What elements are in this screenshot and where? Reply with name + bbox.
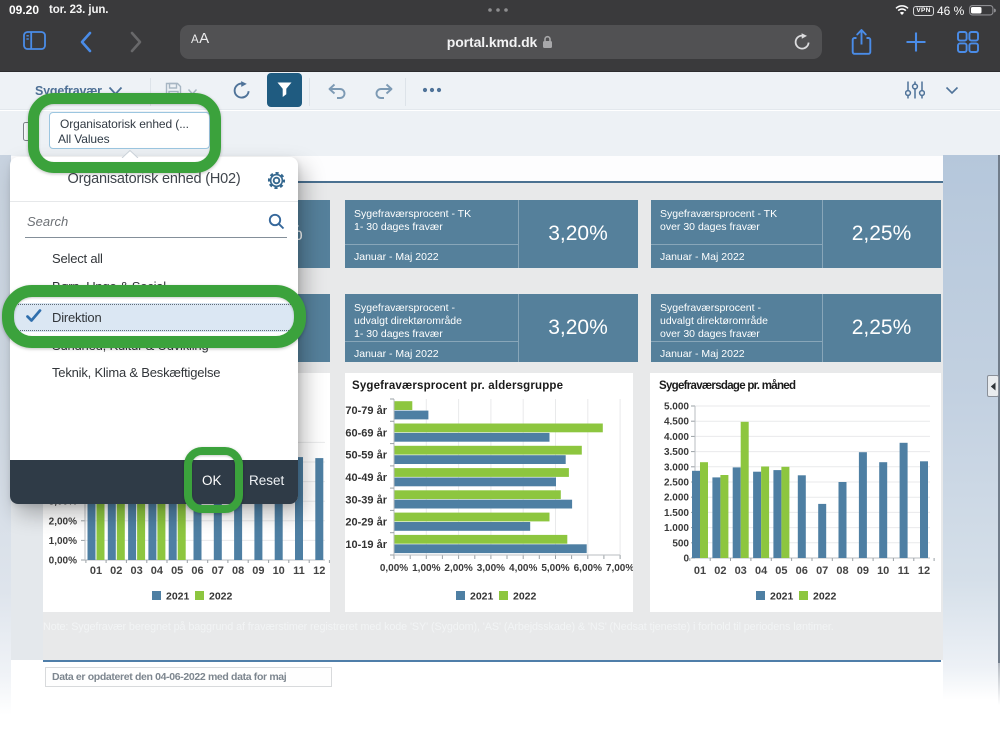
svg-text:20-29 år: 20-29 år xyxy=(345,517,387,529)
svg-text:08: 08 xyxy=(836,565,848,577)
svg-text:60-69 år: 60-69 år xyxy=(345,427,387,439)
svg-text:06: 06 xyxy=(191,565,203,577)
svg-text:08: 08 xyxy=(232,565,244,577)
svg-text:12: 12 xyxy=(918,565,930,577)
svg-text:Sygefraværsdage pr. måned: Sygefraværsdage pr. måned xyxy=(659,380,796,392)
svg-text:6,00%: 6,00% xyxy=(574,563,602,574)
svg-text:0,00%: 0,00% xyxy=(380,563,408,574)
svg-text:10: 10 xyxy=(877,565,889,577)
svg-text:0: 0 xyxy=(683,554,689,565)
svg-text:30-39 år: 30-39 år xyxy=(345,494,387,506)
svg-text:07: 07 xyxy=(816,565,828,577)
svg-text:01: 01 xyxy=(90,565,102,577)
svg-text:3.500: 3.500 xyxy=(664,447,689,458)
svg-text:01: 01 xyxy=(694,565,706,577)
svg-text:5.000: 5.000 xyxy=(664,402,689,413)
svg-text:09: 09 xyxy=(252,565,264,577)
svg-text:7,00%: 7,00% xyxy=(606,563,633,574)
svg-text:0,00%: 0,00% xyxy=(49,556,77,567)
svg-text:2021: 2021 xyxy=(770,591,794,603)
svg-text:02: 02 xyxy=(714,565,726,577)
svg-text:2.500: 2.500 xyxy=(664,478,689,489)
svg-text:10: 10 xyxy=(273,565,285,577)
svg-text:500: 500 xyxy=(672,538,689,549)
svg-text:4.500: 4.500 xyxy=(664,417,689,428)
svg-text:70-79 år: 70-79 år xyxy=(345,405,387,417)
svg-text:2022: 2022 xyxy=(513,591,537,603)
svg-text:1,00%: 1,00% xyxy=(49,536,77,547)
svg-text:12: 12 xyxy=(313,565,325,577)
svg-text:5,00%: 5,00% xyxy=(541,563,569,574)
svg-text:1,00%: 1,00% xyxy=(412,563,440,574)
svg-text:50-59 år: 50-59 år xyxy=(345,450,387,462)
svg-text:3,00%: 3,00% xyxy=(477,563,505,574)
svg-text:2,00%: 2,00% xyxy=(49,516,77,527)
svg-text:03: 03 xyxy=(130,565,142,577)
svg-text:Sygefraværsprocent pr. aldersg: Sygefraværsprocent pr. aldersgruppe xyxy=(352,380,563,392)
svg-text:02: 02 xyxy=(110,565,122,577)
svg-text:2021: 2021 xyxy=(470,591,494,603)
svg-text:40-49 år: 40-49 år xyxy=(345,472,387,484)
svg-text:1.000: 1.000 xyxy=(664,523,689,534)
svg-text:3.000: 3.000 xyxy=(664,462,689,473)
svg-text:2021: 2021 xyxy=(166,591,190,603)
svg-text:2,00%: 2,00% xyxy=(444,563,472,574)
svg-text:04: 04 xyxy=(755,565,768,577)
svg-text:06: 06 xyxy=(796,565,808,577)
svg-text:11: 11 xyxy=(898,565,910,577)
svg-text:05: 05 xyxy=(775,565,787,577)
svg-text:10-19 år: 10-19 år xyxy=(345,539,387,551)
svg-text:07: 07 xyxy=(212,565,224,577)
svg-text:2022: 2022 xyxy=(813,591,837,603)
svg-text:2.000: 2.000 xyxy=(664,493,689,504)
svg-text:09: 09 xyxy=(857,565,869,577)
svg-text:4.000: 4.000 xyxy=(664,432,689,443)
svg-text:1.500: 1.500 xyxy=(664,508,689,519)
svg-text:11: 11 xyxy=(293,565,305,577)
svg-text:03: 03 xyxy=(735,565,747,577)
svg-text:05: 05 xyxy=(171,565,183,577)
svg-text:4,00%: 4,00% xyxy=(509,563,537,574)
svg-text:2022: 2022 xyxy=(209,591,233,603)
svg-text:04: 04 xyxy=(151,565,164,577)
